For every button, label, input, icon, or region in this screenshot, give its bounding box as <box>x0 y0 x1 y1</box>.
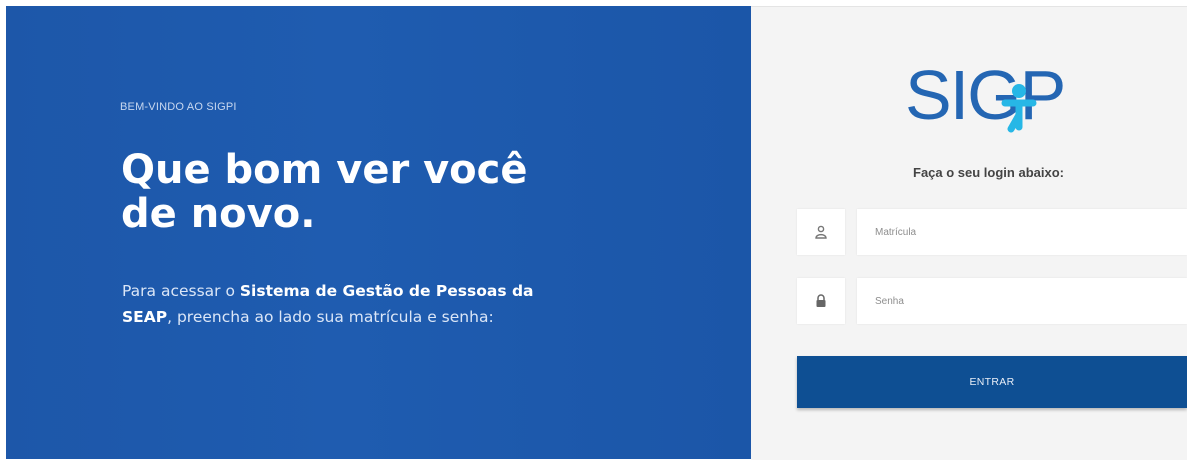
login-title: Faça o seu login abaixo: <box>913 165 1064 180</box>
headline-line-1: Que bom ver você <box>121 147 528 193</box>
welcome-headline: Que bom ver você de novo. <box>121 148 528 236</box>
headline-line-2: de novo. <box>121 191 316 237</box>
login-panel: SIGP Faça o seu login abaixo: ENTRAR <box>751 6 1187 460</box>
matricula-input[interactable] <box>857 209 1187 255</box>
senha-input[interactable] <box>857 278 1187 324</box>
logo-person-head <box>1012 84 1026 98</box>
logo-text: SIGP <box>905 56 1064 133</box>
description-prefix: Para acessar o <box>122 282 240 300</box>
lock-icon-glyph <box>816 294 826 307</box>
sigp-logo: SIGP <box>905 56 1066 133</box>
description-system-name: Sistema de Gestão de Pessoas da <box>239 282 534 300</box>
matricula-field <box>797 209 1187 255</box>
entrar-button[interactable]: ENTRAR <box>797 356 1187 408</box>
user-badge-icon <box>797 209 845 255</box>
lock-icon <box>797 278 845 324</box>
description-org-name: SEAP <box>122 308 168 326</box>
welcome-eyebrow: BEM-VINDO AO SIGPI <box>120 101 237 113</box>
user-badge-icon-glyph <box>815 225 827 239</box>
description-suffix: , preencha ao lado sua matrícula e senha… <box>167 308 494 326</box>
senha-field <box>797 278 1187 324</box>
welcome-description: Para acessar o Sistema de Gestão de Pess… <box>122 278 642 330</box>
welcome-panel: BEM-VINDO AO SIGPI Que bom ver você de n… <box>6 6 751 459</box>
